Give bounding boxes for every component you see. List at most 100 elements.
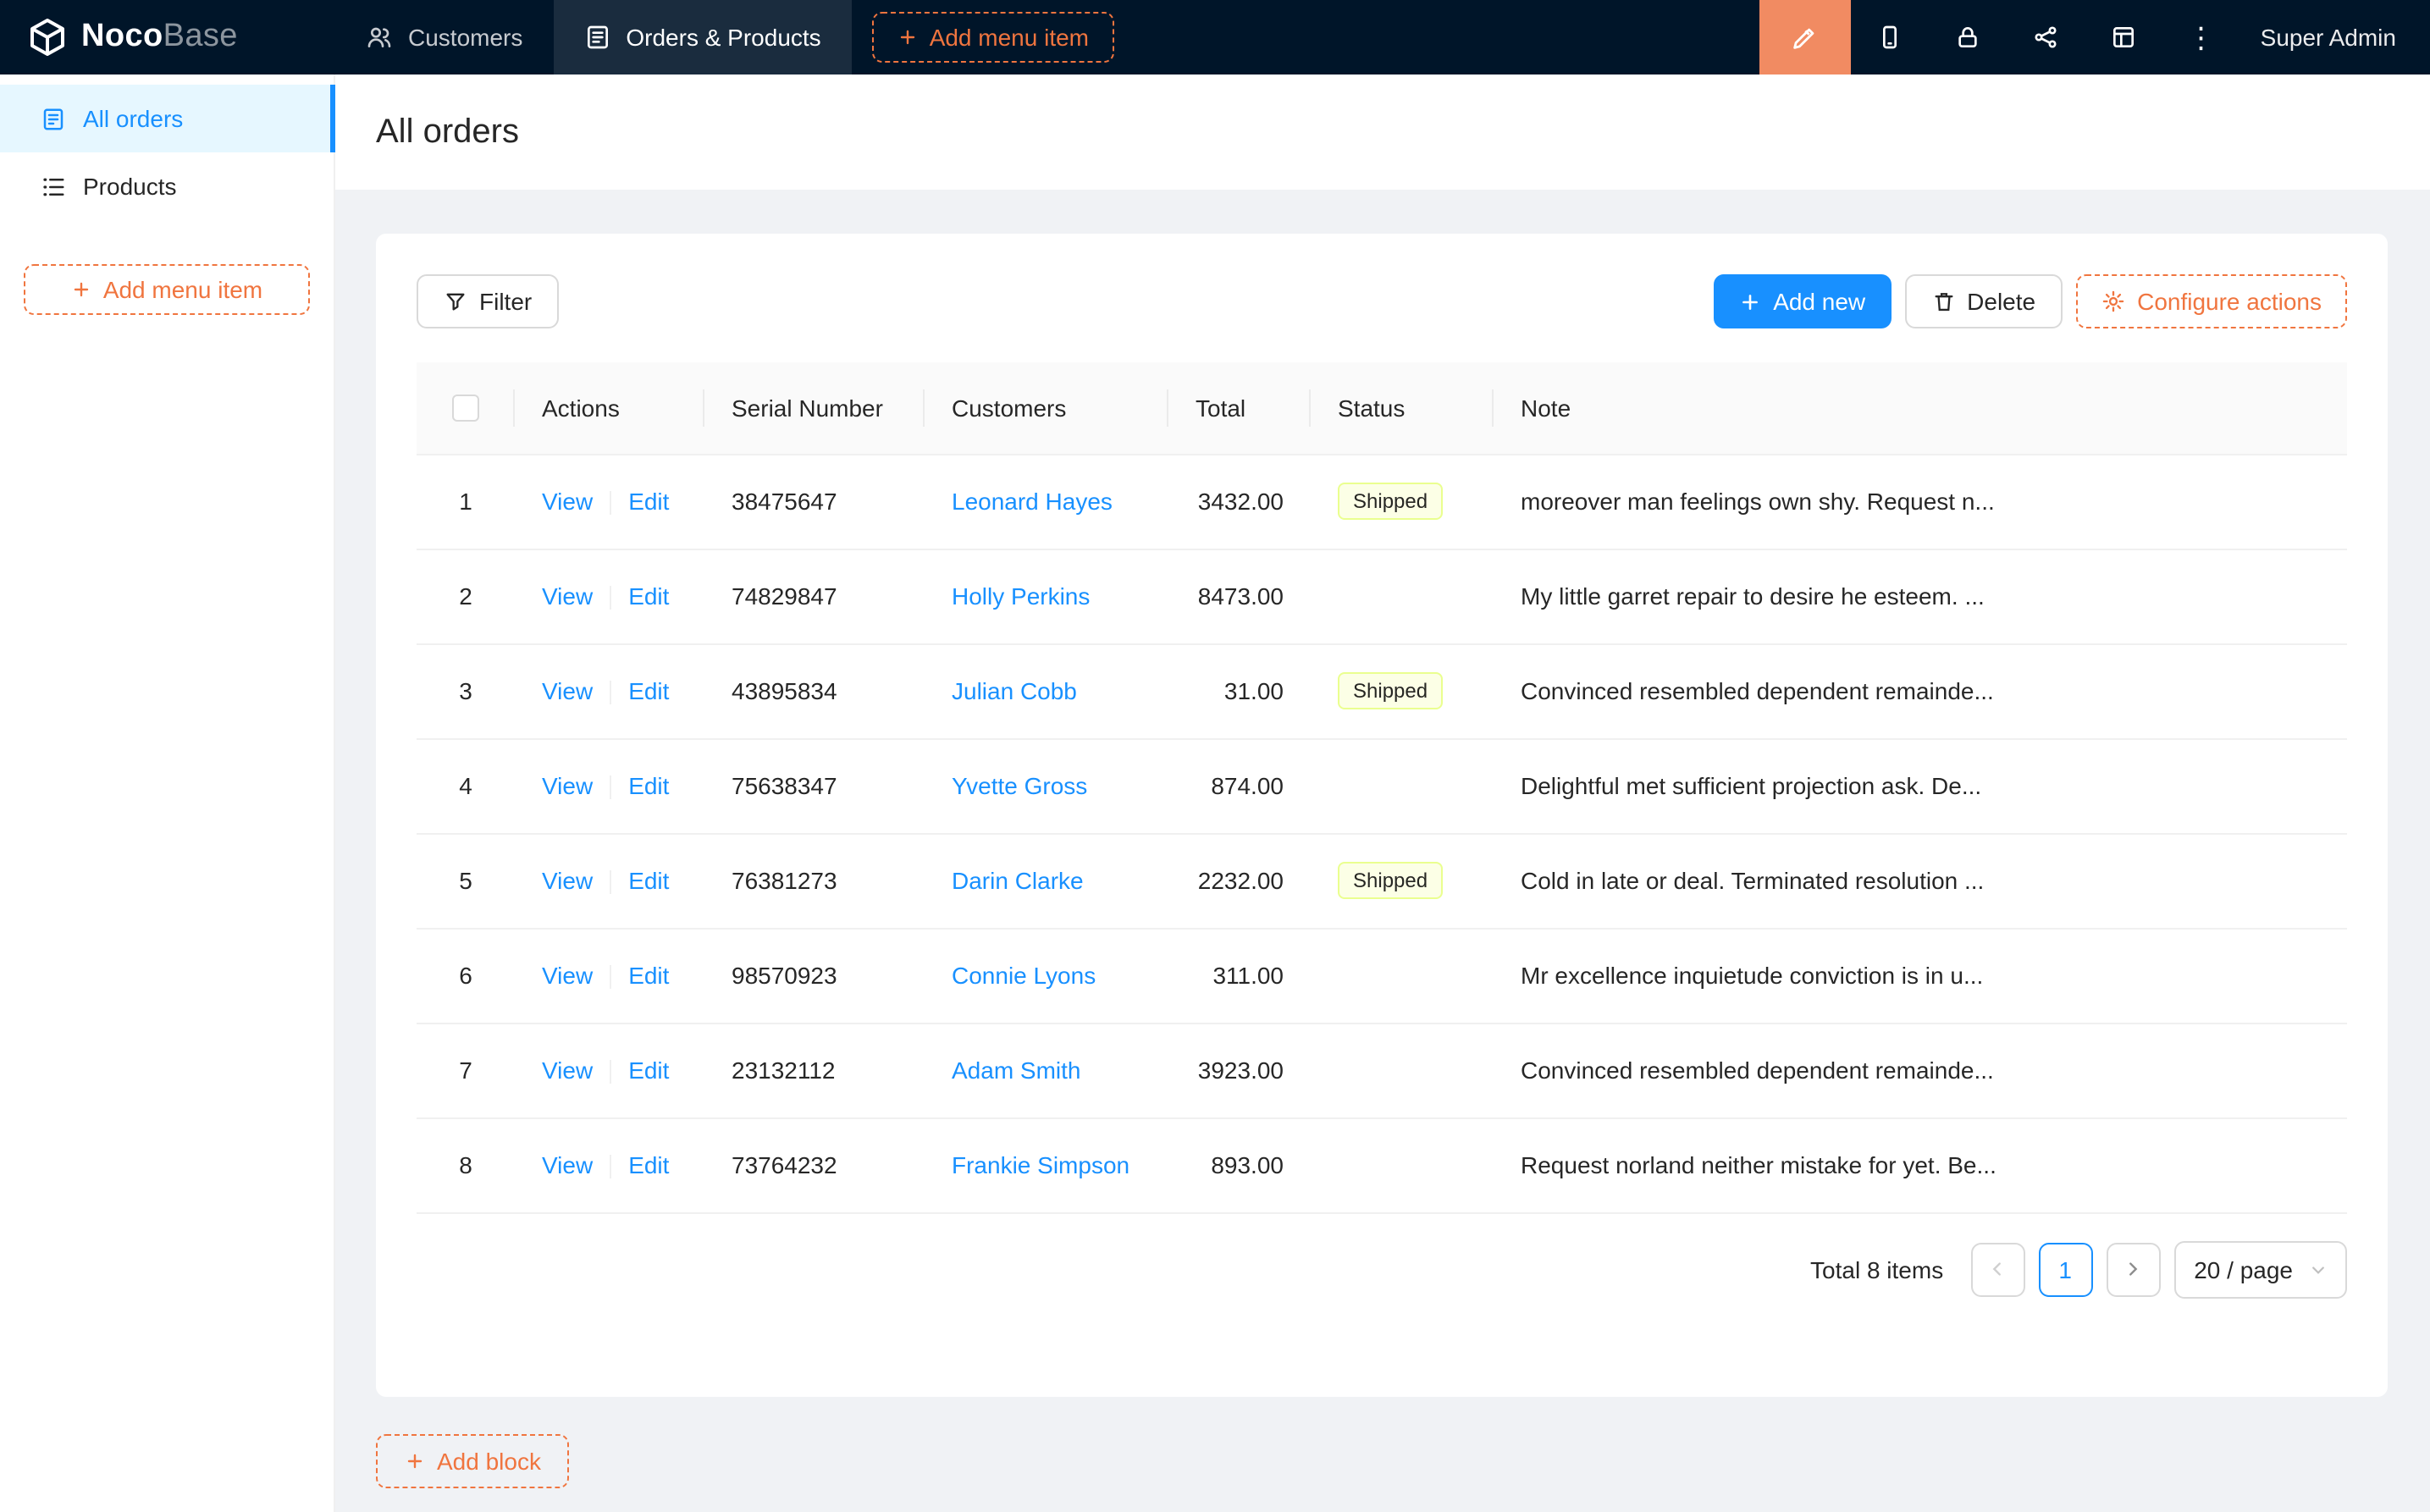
table-row: 4 ViewEdit 75638347 Yvette Gross 874.00 … [417, 738, 2347, 833]
actions-divider [610, 965, 611, 989]
nav-item-orders-products[interactable]: Orders & Products [553, 0, 851, 74]
edit-link[interactable]: Edit [628, 582, 669, 610]
status-tag: Shipped [1338, 483, 1443, 520]
gear-icon [2101, 290, 2125, 313]
actions-divider [610, 1060, 611, 1084]
topbar-add-menu-item-button[interactable]: Add menu item [872, 12, 1114, 63]
pagination: Total 8 items 1 [417, 1240, 2347, 1298]
next-page-button[interactable] [2106, 1242, 2160, 1296]
edit-link[interactable]: Edit [628, 1057, 669, 1084]
customer-cell: Julian Cobb [925, 643, 1168, 738]
mobile-client-button[interactable] [1851, 0, 1929, 74]
topbar-right: ⋮ Super Admin [1759, 0, 2430, 74]
plus-icon [897, 27, 918, 47]
customer-link[interactable]: Holly Perkins [952, 582, 1090, 610]
customer-link[interactable]: Frankie Simpson [952, 1151, 1129, 1178]
lock-icon [1954, 24, 1981, 51]
view-link[interactable]: View [542, 677, 593, 704]
customer-link[interactable]: Yvette Gross [952, 772, 1087, 799]
trash-icon [1931, 290, 1955, 313]
row-index: 4 [417, 738, 515, 833]
serial-number-cell: 75638347 [704, 738, 925, 833]
security-button[interactable] [1929, 0, 2007, 74]
status-cell: Shipped [1311, 454, 1494, 549]
add-new-label: Add new [1773, 288, 1865, 315]
view-link[interactable]: View [542, 1057, 593, 1084]
filter-icon [444, 290, 467, 313]
edit-link[interactable]: Edit [628, 488, 669, 515]
current-user[interactable]: Super Admin [2240, 0, 2430, 74]
column-header-status: Status [1338, 395, 1405, 422]
customer-cell: Adam Smith [925, 1023, 1168, 1117]
edit-link[interactable]: Edit [628, 962, 669, 989]
page-size-select[interactable]: 20 / page [2173, 1240, 2347, 1298]
table-row: 3 ViewEdit 43895834 Julian Cobb 31.00 Sh… [417, 643, 2347, 738]
plus-icon [1739, 290, 1761, 312]
note-cell: Convinced resembled dependent remainde..… [1494, 1023, 2347, 1117]
view-link[interactable]: View [542, 867, 593, 894]
customer-link[interactable]: Connie Lyons [952, 962, 1096, 989]
total-cell: 893.00 [1168, 1117, 1311, 1212]
customer-cell: Connie Lyons [925, 928, 1168, 1023]
add-block-button[interactable]: Add block [376, 1433, 570, 1487]
actions-cell: View Edit [515, 549, 704, 643]
sidebar-item-label: All orders [83, 105, 183, 132]
actions-divider [610, 491, 611, 515]
view-link[interactable]: View [542, 488, 593, 515]
prev-page-button[interactable] [1970, 1242, 2024, 1296]
more-button[interactable]: ⋮ [2162, 0, 2240, 74]
nocobase-logo: NocoBase [0, 0, 335, 74]
api-button[interactable] [2007, 0, 2085, 74]
view-link[interactable]: View [542, 582, 593, 610]
edit-link[interactable]: Edit [628, 867, 669, 894]
edit-link[interactable]: Edit [628, 1151, 669, 1178]
add-menu-item-label: Add menu item [930, 24, 1089, 51]
note-cell: moreover man feelings own shy. Request n… [1494, 454, 2347, 549]
row-index: 2 [417, 549, 515, 643]
row-index: 8 [417, 1117, 515, 1212]
sidebar-item-all-orders[interactable]: All orders [0, 85, 334, 152]
nav-item-customers[interactable]: Customers [335, 0, 553, 74]
filter-button[interactable]: Filter [417, 274, 559, 328]
customer-cell: Holly Perkins [925, 549, 1168, 643]
view-link[interactable]: View [542, 1151, 593, 1178]
column-header-total: Total [1196, 395, 1245, 422]
actions-cell: View Edit [515, 1117, 704, 1212]
customer-link[interactable]: Adam Smith [952, 1057, 1081, 1084]
orders-table: Configure columns Actions [417, 362, 2347, 1213]
select-all-checkbox[interactable] [452, 395, 479, 422]
edit-link[interactable]: Edit [628, 772, 669, 799]
table-toolbar: Filter Add new [417, 274, 2347, 328]
sidebar-item-products[interactable]: Products [0, 152, 334, 220]
add-new-button[interactable]: Add new [1714, 274, 1891, 328]
customer-link[interactable]: Darin Clarke [952, 867, 1084, 894]
row-index: 7 [417, 1023, 515, 1117]
delete-button[interactable]: Delete [1904, 274, 2063, 328]
form-icon [41, 106, 66, 131]
mobile-icon [1876, 24, 1903, 51]
page-header: All orders [335, 74, 2430, 190]
status-cell: Shipped [1311, 643, 1494, 738]
configure-actions-button[interactable]: Configure actions [2076, 274, 2347, 328]
page-1-button[interactable]: 1 [2038, 1242, 2092, 1296]
total-cell: 311.00 [1168, 928, 1311, 1023]
note-cell: Mr excellence inquietude conviction is i… [1494, 928, 2347, 1023]
chevron-right-icon [2123, 1260, 2142, 1278]
view-link[interactable]: View [542, 772, 593, 799]
total-cell: 3923.00 [1168, 1023, 1311, 1117]
layout-button[interactable] [2085, 0, 2162, 74]
customer-link[interactable]: Leonard Hayes [952, 488, 1113, 515]
customer-link[interactable]: Julian Cobb [952, 677, 1077, 704]
view-link[interactable]: View [542, 962, 593, 989]
row-index: 1 [417, 454, 515, 549]
actions-divider [610, 586, 611, 610]
configure-actions-label: Configure actions [2137, 288, 2322, 315]
note-cell: Convinced resembled dependent remainde..… [1494, 643, 2347, 738]
edit-link[interactable]: Edit [628, 677, 669, 704]
sidebar-add-menu-item-button[interactable]: Add menu item [24, 264, 310, 315]
ui-editor-button[interactable] [1759, 0, 1851, 74]
note-cell: Delightful met sufficient projection ask… [1494, 738, 2347, 833]
note-cell: Cold in late or deal. Terminated resolut… [1494, 833, 2347, 928]
api-icon [2032, 24, 2059, 51]
highlighter-icon [1791, 23, 1820, 52]
